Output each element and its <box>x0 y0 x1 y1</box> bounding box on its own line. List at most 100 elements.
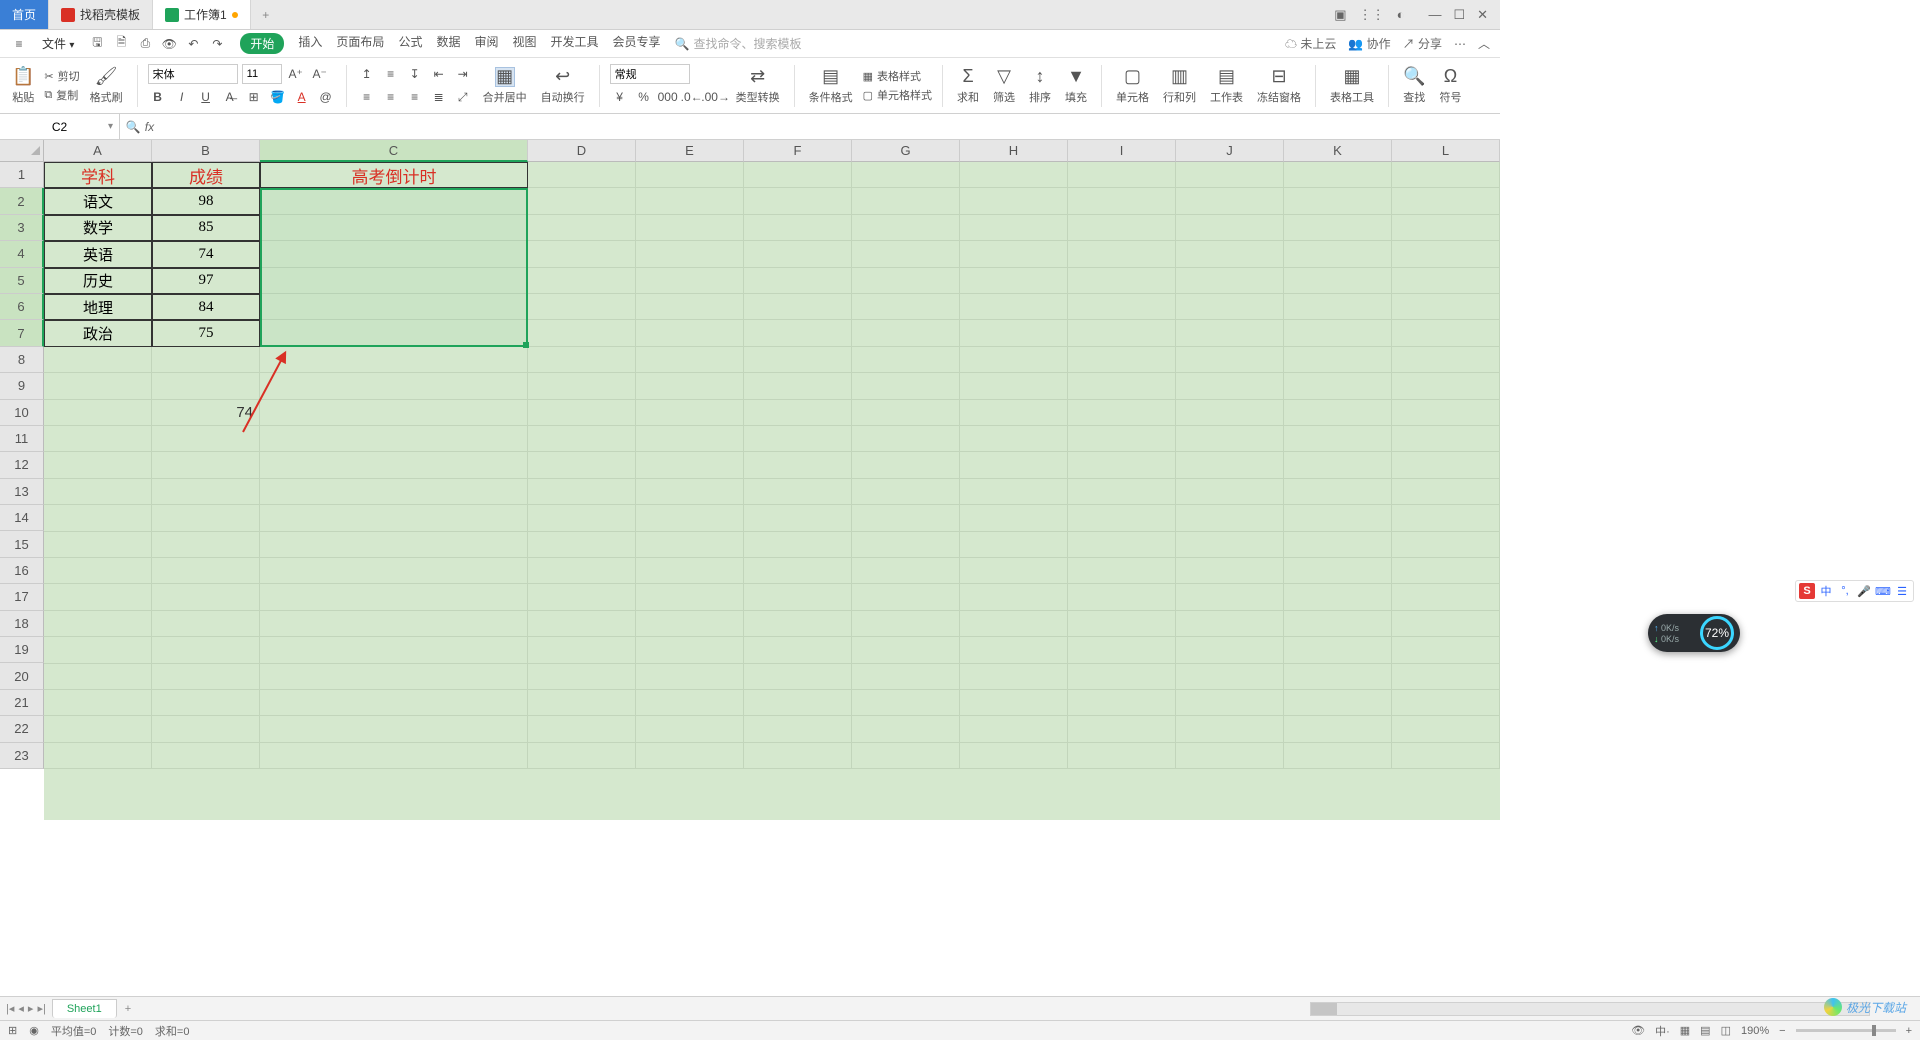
cell[interactable] <box>260 716 528 742</box>
cell[interactable] <box>852 452 960 478</box>
row-header-11[interactable]: 11 <box>0 426 44 452</box>
cell[interactable] <box>44 452 152 478</box>
cell[interactable] <box>44 479 152 505</box>
cell[interactable] <box>852 347 960 373</box>
cell-button[interactable]: ▢单元格 <box>1112 60 1153 111</box>
cell[interactable] <box>960 584 1068 610</box>
col-header-C[interactable]: C <box>260 140 528 162</box>
cell[interactable] <box>152 743 260 769</box>
cell[interactable] <box>852 215 960 241</box>
cell[interactable] <box>1068 664 1176 690</box>
row-header-22[interactable]: 22 <box>0 716 44 742</box>
cell[interactable] <box>260 532 528 558</box>
cell[interactable] <box>1176 637 1284 663</box>
cell[interactable] <box>260 426 528 452</box>
cell[interactable] <box>960 611 1068 637</box>
cell[interactable] <box>260 400 528 426</box>
cell[interactable] <box>636 558 744 584</box>
cut-button[interactable]: ✂剪切 <box>44 68 79 84</box>
cell[interactable] <box>1392 690 1500 716</box>
data-cell[interactable]: 高考倒计时 <box>260 162 528 188</box>
cell[interactable] <box>260 294 528 320</box>
tab-home[interactable]: 首页 <box>0 0 49 29</box>
cell[interactable] <box>1068 162 1176 188</box>
hscroll-thumb[interactable] <box>1311 1003 1337 1015</box>
cell[interactable] <box>152 532 260 558</box>
sort-button[interactable]: ↕排序 <box>1025 60 1055 111</box>
cell[interactable] <box>1176 558 1284 584</box>
indent-inc-icon[interactable]: ⇥ <box>453 64 473 84</box>
data-cell[interactable]: 84 <box>152 294 260 320</box>
cell[interactable] <box>260 505 528 531</box>
cell[interactable] <box>528 637 636 663</box>
cell[interactable] <box>1176 347 1284 373</box>
data-cell[interactable]: 98 <box>152 188 260 214</box>
cell[interactable] <box>636 400 744 426</box>
align-left-icon[interactable]: ≡ <box>357 87 377 107</box>
font-name-select[interactable] <box>148 64 238 84</box>
cell[interactable] <box>44 664 152 690</box>
row-header-9[interactable]: 9 <box>0 373 44 399</box>
cell[interactable] <box>1176 743 1284 769</box>
menu-4[interactable]: 数据 <box>436 33 460 54</box>
cell[interactable] <box>1284 743 1392 769</box>
cell[interactable] <box>852 162 960 188</box>
cell[interactable] <box>960 241 1068 267</box>
cell[interactable] <box>528 162 636 188</box>
cell[interactable] <box>1392 268 1500 294</box>
wrap-button[interactable]: ↩自动换行 <box>537 60 589 111</box>
col-header-L[interactable]: L <box>1392 140 1500 162</box>
align-right-icon[interactable]: ≡ <box>405 87 425 107</box>
record-icon[interactable]: ◉ <box>29 1024 39 1037</box>
cell[interactable] <box>528 426 636 452</box>
cell[interactable] <box>260 479 528 505</box>
zoom-slider[interactable] <box>1796 1029 1896 1032</box>
underline-icon[interactable]: U <box>196 87 216 107</box>
cell[interactable] <box>744 743 852 769</box>
cell[interactable] <box>1176 611 1284 637</box>
ime-keyboard-icon[interactable]: ⌨ <box>1875 583 1891 599</box>
cell[interactable] <box>1392 241 1500 267</box>
tab-workbook[interactable]: 工作簿1 <box>153 0 251 29</box>
cell[interactable] <box>44 532 152 558</box>
eye-icon[interactable]: 👁 <box>1631 1024 1645 1037</box>
cell[interactable] <box>744 347 852 373</box>
row-header-3[interactable]: 3 <box>0 215 44 241</box>
ime-menu-icon[interactable]: ☰ <box>1894 583 1910 599</box>
align-top-icon[interactable]: ↥ <box>357 64 377 84</box>
dec-decimal-icon[interactable]: .00→ <box>706 87 726 107</box>
cell[interactable] <box>744 558 852 584</box>
cell[interactable] <box>44 400 152 426</box>
cell[interactable] <box>1068 294 1176 320</box>
align-bottom-icon[interactable]: ↧ <box>405 64 425 84</box>
cell[interactable] <box>1392 611 1500 637</box>
copy-button[interactable]: ⧉复制 <box>44 87 79 103</box>
cell[interactable] <box>528 558 636 584</box>
data-cell[interactable]: 地理 <box>44 294 152 320</box>
col-header-H[interactable]: H <box>960 140 1068 162</box>
font-color-icon[interactable]: A <box>292 87 312 107</box>
cell[interactable] <box>1068 716 1176 742</box>
cell[interactable] <box>260 241 528 267</box>
cell[interactable] <box>636 294 744 320</box>
cell[interactable] <box>852 400 960 426</box>
currency-icon[interactable]: ¥ <box>610 87 630 107</box>
cell[interactable] <box>636 268 744 294</box>
cell[interactable] <box>744 241 852 267</box>
cell[interactable] <box>852 426 960 452</box>
col-header-G[interactable]: G <box>852 140 960 162</box>
cell[interactable] <box>1176 690 1284 716</box>
cell[interactable] <box>528 188 636 214</box>
find-button[interactable]: 🔍查找 <box>1399 60 1429 111</box>
cell[interactable] <box>1284 320 1392 346</box>
view-normal-icon[interactable]: ▦ <box>1680 1024 1690 1037</box>
row-header-12[interactable]: 12 <box>0 452 44 478</box>
cell[interactable] <box>852 188 960 214</box>
cell[interactable] <box>1068 479 1176 505</box>
ime-punct-icon[interactable]: °, <box>1837 583 1853 599</box>
border-icon[interactable]: ⊞ <box>244 87 264 107</box>
cell[interactable] <box>1068 400 1176 426</box>
font-size-select[interactable] <box>242 64 282 84</box>
cell[interactable] <box>1068 532 1176 558</box>
cell[interactable] <box>636 479 744 505</box>
